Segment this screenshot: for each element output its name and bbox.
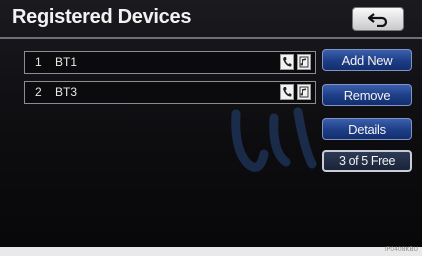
watermark-logo [231,107,317,172]
title-divider [0,37,422,39]
back-button[interactable] [352,7,404,31]
device-profile-icons [280,54,311,70]
device-number: 1 [35,55,42,69]
registered-devices-screen: Registered Devices 1 BT1 2 BT3 Add New R… [0,0,422,247]
device-row[interactable]: 1 BT1 [24,51,316,74]
device-number: 2 [35,85,42,99]
device-name: BT1 [55,55,78,69]
audio-player-icon [297,54,311,70]
phone-icon [280,54,294,70]
figure-code: IP0408KBU [384,246,418,253]
device-name: BT3 [55,85,78,99]
add-new-button[interactable]: Add New [322,49,412,71]
page-title: Registered Devices [12,6,192,28]
bottom-strip [0,247,422,256]
details-button[interactable]: Details [322,118,412,140]
remove-button[interactable]: Remove [322,84,412,106]
return-arrow-icon [367,13,388,27]
free-slots-indicator: 3 of 5 Free [322,150,412,172]
